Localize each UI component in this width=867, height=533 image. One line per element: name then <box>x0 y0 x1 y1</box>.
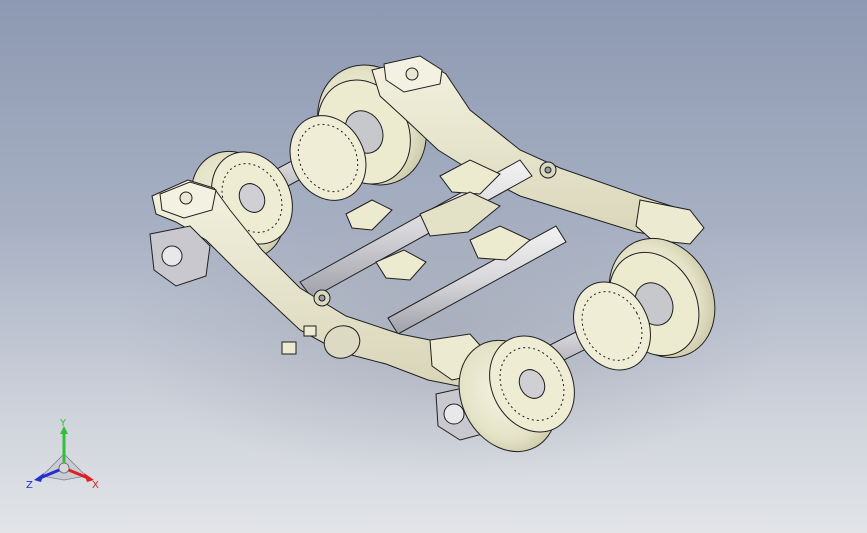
triad-z-arrow <box>34 473 44 482</box>
bogie-model[interactable] <box>0 0 867 533</box>
right-frame-bolt-a <box>405 67 419 81</box>
left-frame-bolt-c <box>318 294 326 302</box>
reference-triad: Y X Z <box>26 418 99 491</box>
damper-a <box>281 341 297 355</box>
damper-b <box>303 325 317 337</box>
left-front-axlebox-cap <box>443 403 465 425</box>
triad-origin <box>58 462 70 474</box>
triad-z-label: Z <box>26 480 33 491</box>
triad-x-label: X <box>92 480 99 491</box>
graphics-viewport[interactable]: Y X Z <box>0 0 867 533</box>
triad-y-label: Y <box>59 418 67 429</box>
left-frame-bolt-a <box>179 191 193 205</box>
right-frame-bolt-c <box>544 166 552 174</box>
left-rear-axlebox-cap <box>161 245 183 267</box>
